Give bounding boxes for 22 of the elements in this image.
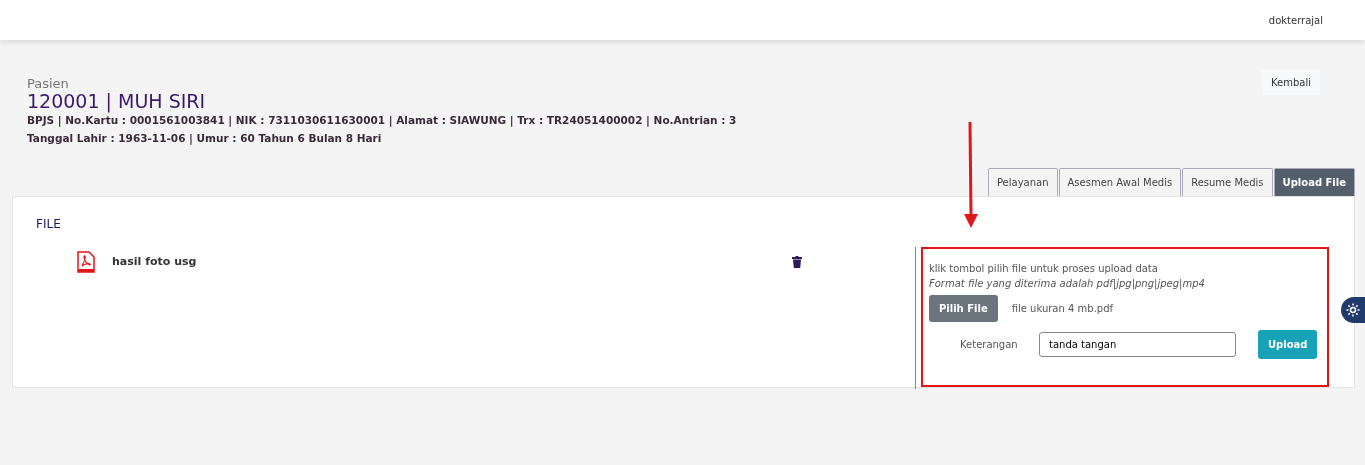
patient-label: Pasien [27,77,70,92]
patient-birth-info: Tanggal Lahir : 1963-11-06 | Umur : 60 Tahun 6 Bulan 8 Hari [27,131,383,147]
tab[interactable]: Resume Medis [1182,167,1273,196]
trash-icon[interactable] [792,255,802,268]
user-name[interactable]: dokterrajal [1268,12,1323,28]
choose-file-button[interactable]: Pilih File [929,294,998,322]
pdf-file-icon [77,250,95,273]
section-title: FILE [35,215,62,233]
patient-title: 120001 | MUH SIRI [27,91,207,113]
back-button[interactable]: Kembali [1262,70,1320,95]
format-note: Format file yang diterima adalah pdf|jpg|png|jpeg|mp4 [929,276,1206,291]
settings-button[interactable] [1341,297,1365,323]
note-input-field[interactable]: tanda tangan [1039,331,1236,357]
upload-instruction: klik tombol pilih file untuk proses upload data [929,261,1159,276]
note-label: Keterangan [960,337,1019,352]
tab[interactable]: Upload File [1273,167,1355,196]
chosen-file-name: file ukuran 4 mb.pdf [1011,301,1114,316]
patient-details: BPJS | No.Kartu : 0001561003841 | NIK : 7311030611630001 | Alamat : SIAWUNG | Trx : TR24051400002 | No.Antrian : 3 [27,113,737,129]
settings-icon [1345,302,1361,318]
file-name[interactable]: hasil foto usg [112,253,792,271]
tab[interactable]: Pelayanan [987,167,1058,196]
tab[interactable]: Asesmen Awal Medis [1058,167,1182,196]
